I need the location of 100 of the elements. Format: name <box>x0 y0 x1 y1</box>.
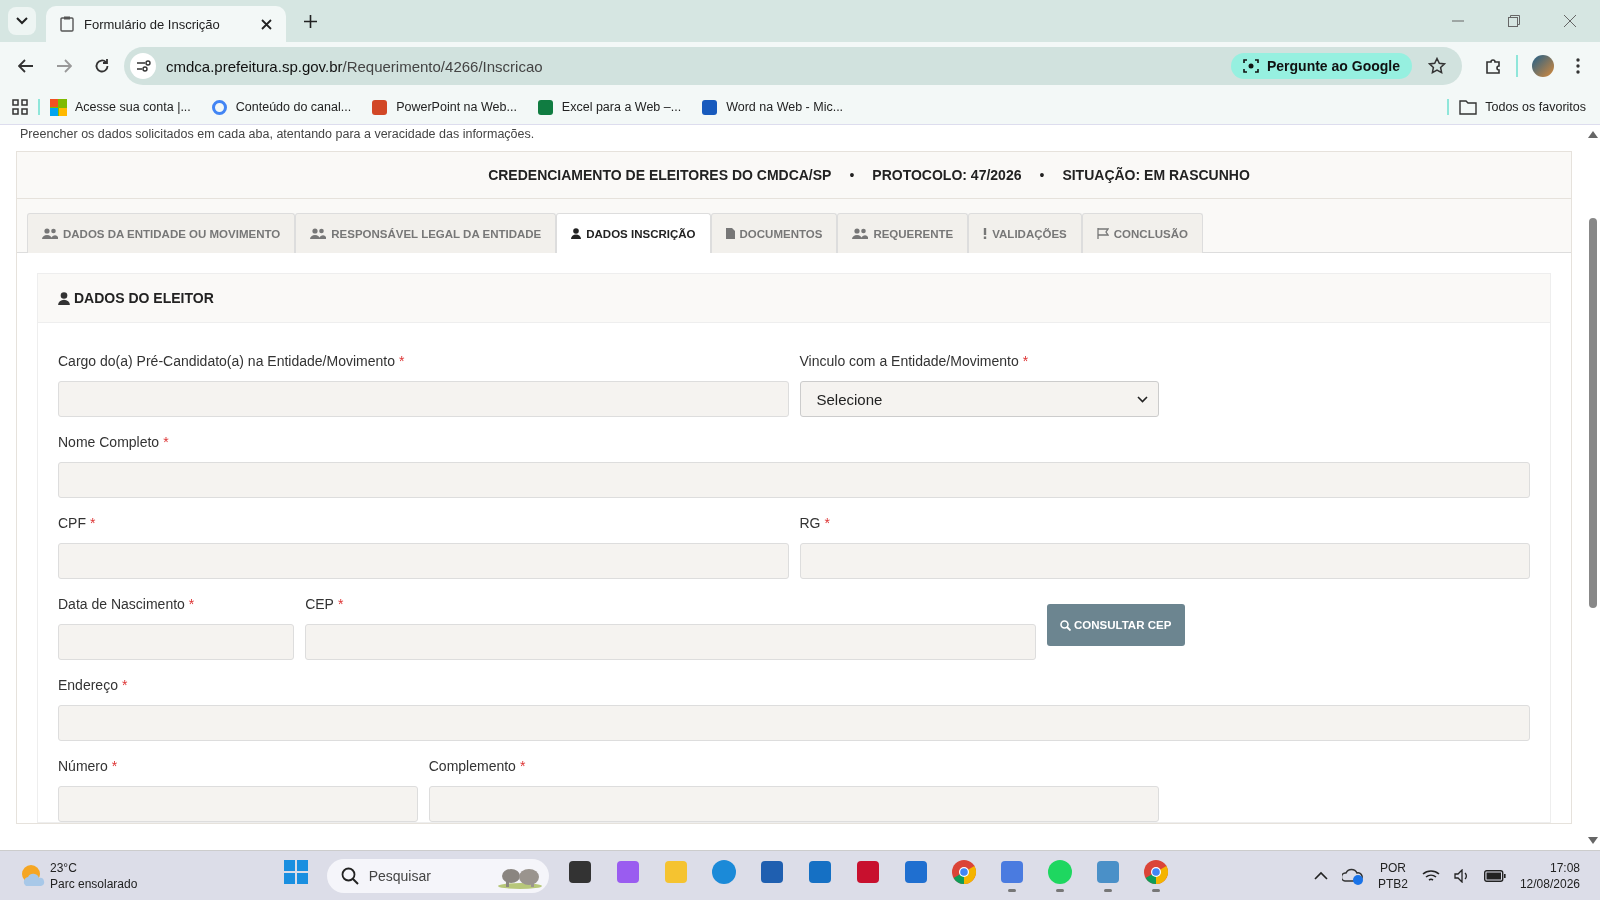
back-icon[interactable] <box>18 59 34 73</box>
form-tab[interactable]: VALIDAÇÕES <box>968 213 1082 253</box>
wifi-icon[interactable] <box>1421 868 1440 883</box>
star-icon[interactable] <box>1428 57 1446 75</box>
taskbar-search-field[interactable]: Pesquisar <box>326 858 549 893</box>
reload-icon[interactable] <box>94 58 110 74</box>
user-icon <box>571 228 582 239</box>
app-icon <box>1094 859 1121 885</box>
folder-icon <box>1459 99 1478 115</box>
field-label: Complemento <box>428 758 516 776</box>
app-icon <box>806 859 833 885</box>
bookmark-favicon-icon <box>210 98 228 116</box>
document-icon <box>725 228 735 239</box>
bookmark-link[interactable]: PowerPoint na Web... <box>371 98 517 116</box>
required-mark: * <box>824 515 830 533</box>
weather-text: Parc ensolarado <box>50 875 138 892</box>
form-tab[interactable]: DADOS DA ENTIDADE OU MOVIMENTO <box>27 213 296 253</box>
apps-grid-icon[interactable] <box>12 99 28 115</box>
required-mark: * <box>90 515 96 533</box>
required-mark: * <box>398 353 405 371</box>
bookmark-link[interactable]: Acesse sua conta |... <box>50 98 191 116</box>
bookmark-favicon-icon <box>701 98 719 116</box>
camera-icon <box>1243 58 1259 74</box>
battery-icon[interactable] <box>1483 869 1506 882</box>
required-mark: * <box>111 758 118 776</box>
input-field[interactable] <box>58 462 1530 498</box>
restore-icon[interactable] <box>1508 15 1520 27</box>
close-icon[interactable] <box>261 18 272 30</box>
users-icon <box>42 228 58 239</box>
select-field[interactable]: Selecione <box>799 381 1160 417</box>
chevron-down-icon <box>16 17 28 25</box>
puzzle-icon[interactable] <box>1484 57 1502 75</box>
browser-tab[interactable]: Formulário de Inscrição <box>46 6 286 42</box>
sun-cloud-icon <box>20 863 46 888</box>
required-mark: * <box>163 434 169 452</box>
app-icon <box>662 859 689 885</box>
app-icon <box>614 859 641 885</box>
form-tab[interactable]: DOCUMENTOS <box>710 213 838 253</box>
form-tab[interactable]: RESPONSÁVEL LEGAL DA ENTIDADE <box>295 213 557 253</box>
user-icon <box>58 291 70 305</box>
form-tab[interactable]: REQUERENTE <box>837 213 969 253</box>
field-label: Vinculo com a Entidade/Movimento <box>799 353 1019 371</box>
app-icon <box>950 859 977 885</box>
search-icon <box>340 866 359 885</box>
required-mark: * <box>1022 353 1029 371</box>
input-field[interactable] <box>58 786 418 822</box>
chevron-up-icon[interactable] <box>1313 871 1328 880</box>
search-icon <box>1060 619 1071 631</box>
language-text[interactable]: POR <box>1379 859 1406 876</box>
date-text[interactable]: 12/08/2026 <box>1519 875 1580 892</box>
bookmark-link[interactable]: Word na Web - Mic... <box>701 98 844 116</box>
header-text: PROTOCOLO: 47/2026 <box>872 167 1022 183</box>
field-label: Nome Completo <box>58 434 160 452</box>
input-field[interactable] <box>799 543 1530 579</box>
time-text[interactable]: 17:08 <box>1549 859 1580 876</box>
app-icon <box>282 859 309 885</box>
address-bar[interactable]: cmdca.prefeitura.sp.gov.br/Requerimento/4266/Inscricao Pergunte ao Google <box>124 47 1462 85</box>
input-field[interactable] <box>58 543 789 579</box>
new-tab-icon[interactable] <box>304 14 317 28</box>
app-icon <box>998 859 1025 885</box>
bookmark-favicon-icon <box>371 98 389 116</box>
tab-title: Formulário de Inscrição <box>84 16 221 32</box>
users-icon <box>310 228 327 239</box>
chevron-down-icon <box>1137 395 1149 403</box>
all-bookmarks-link[interactable]: Todos os favoritos <box>1459 99 1586 115</box>
profile-avatar[interactable] <box>1532 55 1554 77</box>
section-title: DADOS DO ELEITOR <box>74 290 214 306</box>
input-field[interactable] <box>58 381 789 417</box>
ask-google-button[interactable]: Pergunte ao Google <box>1231 53 1412 79</box>
consult-cep-button[interactable]: CONSULTAR CEP <box>1046 604 1185 646</box>
keyboard-layout-text[interactable]: PTB2 <box>1377 875 1408 892</box>
temperature-text: 23°C <box>50 859 78 876</box>
app-icon <box>566 859 593 885</box>
input-field[interactable] <box>428 786 1160 822</box>
cloud-icon[interactable] <box>1341 866 1364 885</box>
url-text: cmdca.prefeitura.sp.gov.br/Requerimento/4266/Inscricao <box>166 57 543 75</box>
forward-icon[interactable] <box>56 59 72 73</box>
scroll-up-icon[interactable] <box>1588 131 1598 138</box>
header-text: CREDENCIAMENTO DE ELEITORES DO CMDCA/SP <box>488 167 832 183</box>
scroll-down-icon[interactable] <box>1588 837 1598 844</box>
site-settings-icon[interactable] <box>130 53 156 79</box>
input-field[interactable] <box>58 624 295 660</box>
bookmark-link[interactable]: Excel para a Web –... <box>536 98 682 116</box>
separator-dot: • <box>849 167 855 183</box>
input-field[interactable] <box>58 705 1530 741</box>
required-mark: * <box>337 596 344 614</box>
form-tab[interactable]: CONCLUSÃO <box>1081 213 1203 253</box>
field-label: RG <box>799 515 821 533</box>
close-window-icon[interactable] <box>1564 15 1576 27</box>
form-tab[interactable]: DADOS INSCRIÇÃO <box>556 213 711 253</box>
tab-list-button[interactable] <box>8 7 36 35</box>
field-label: Data de Nascimento <box>58 596 185 614</box>
required-mark: * <box>121 677 128 695</box>
input-field[interactable] <box>305 624 1036 660</box>
exclamation-icon <box>983 228 988 239</box>
speaker-icon[interactable] <box>1453 868 1470 883</box>
bookmark-link[interactable]: Conteúdo do canal... <box>210 98 352 116</box>
clipboard-icon <box>60 16 74 32</box>
menu-icon[interactable] <box>1576 58 1580 74</box>
app-icon <box>1046 859 1073 885</box>
